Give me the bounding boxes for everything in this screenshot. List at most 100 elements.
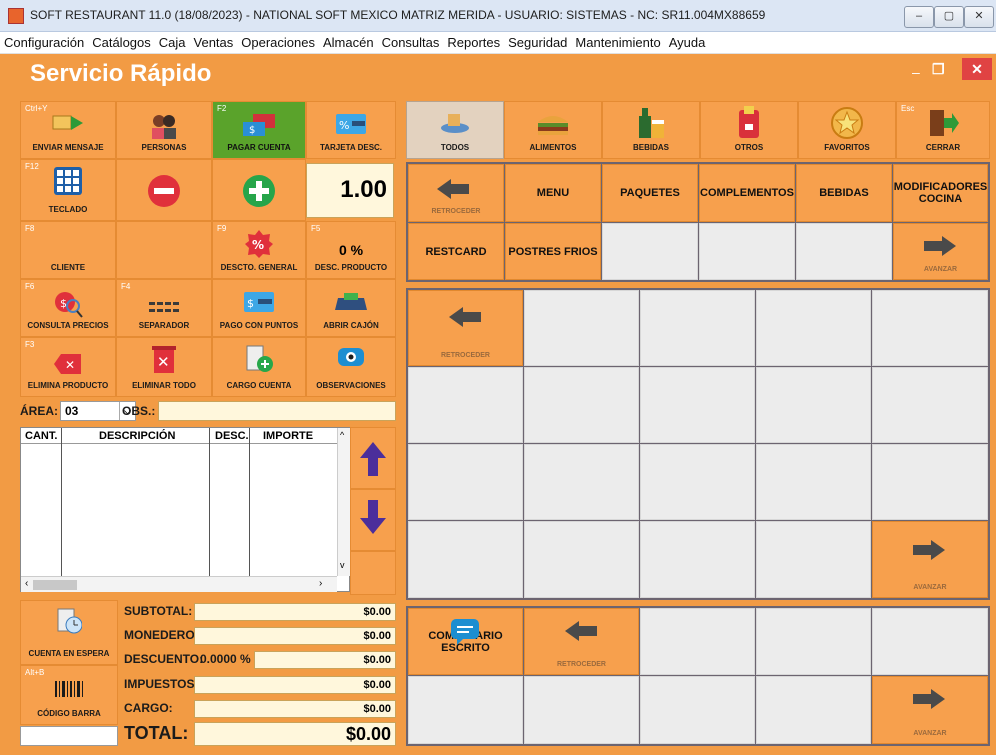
observaciones-button[interactable]: OBSERVACIONES [306, 337, 396, 397]
product-slot[interactable] [640, 367, 755, 443]
decrease-quantity-button[interactable] [116, 159, 212, 221]
window-close-button[interactable]: ✕ [964, 6, 994, 28]
comment-slot[interactable] [640, 676, 755, 744]
menu-configuracion[interactable]: Configuración [0, 32, 88, 50]
category-paquetes[interactable]: PAQUETES [602, 164, 698, 222]
desc-producto-button[interactable]: F5 0 % DESC. PRODUCTO [306, 221, 396, 279]
category-restcard[interactable]: RESTCARD [408, 223, 504, 280]
category-avanzar-button[interactable]: AVANZAR [893, 223, 988, 280]
cuenta-espera-button[interactable]: CUENTA EN ESPERA [20, 600, 118, 665]
order-table[interactable]: CANT. DESCRIPCIÓN DESC. IMPORTE ^ v ‹ › [20, 427, 350, 592]
pago-puntos-button[interactable]: $ PAGO CON PUNTOS [212, 279, 306, 337]
filter-otros[interactable]: OTROS [700, 101, 798, 159]
category-complementos[interactable]: COMPLEMENTOS [699, 164, 795, 222]
menu-operaciones[interactable]: Operaciones [237, 32, 319, 50]
product-avanzar-button[interactable]: AVANZAR [872, 521, 988, 598]
product-slot[interactable] [756, 444, 871, 520]
category-modificadores-cocina[interactable]: MODIFICADORES COCINA [893, 164, 988, 222]
menu-ventas[interactable]: Ventas [190, 32, 238, 50]
col-descripcion[interactable]: DESCRIPCIÓN [99, 430, 175, 442]
quantity-display[interactable]: 1.00 [306, 163, 394, 218]
cliente-button[interactable]: F8 CLIENTE [20, 221, 116, 279]
horizontal-scrollbar[interactable]: ‹ › [21, 576, 337, 592]
app-close-button[interactable]: ✕ [962, 58, 992, 80]
increase-quantity-button[interactable] [212, 159, 306, 221]
comentario-escrito-button[interactable]: COMENTARIO ESCRITO [408, 608, 523, 675]
product-slot[interactable] [872, 444, 988, 520]
comments-retroceder-button[interactable]: RETROCEDER [524, 608, 639, 675]
move-down-button[interactable] [350, 489, 396, 551]
window-minimize-button[interactable]: – [904, 6, 934, 28]
menu-consultas[interactable]: Consultas [378, 32, 444, 50]
app-restore-button[interactable]: ❐ [932, 61, 945, 78]
consulta-precios-button[interactable]: F6 $ CONSULTA PRECIOS [20, 279, 116, 337]
menu-ayuda[interactable]: Ayuda [665, 32, 710, 50]
product-slot[interactable] [872, 367, 988, 443]
category-menu[interactable]: MENU [505, 164, 601, 222]
product-slot[interactable] [524, 444, 639, 520]
scroll-right-icon[interactable]: › [319, 578, 322, 589]
app-minimize-button[interactable]: – [912, 64, 920, 80]
menu-reportes[interactable]: Reportes [443, 32, 504, 50]
scroll-up-icon[interactable]: ^ [340, 430, 344, 440]
barcode-input[interactable] [20, 726, 118, 746]
teclado-button[interactable]: F12 TECLADO [20, 159, 116, 221]
product-slot[interactable] [524, 521, 639, 598]
codigo-barra-button[interactable]: Alt+B CÓDIGO BARRA [20, 665, 118, 725]
menu-almacen[interactable]: Almacén [319, 32, 378, 50]
tarjeta-desc-button[interactable]: % TARJETA DESC. [306, 101, 396, 159]
product-slot[interactable] [524, 367, 639, 443]
pagar-cuenta-button[interactable]: F2 $ PAGAR CUENTA [212, 101, 306, 159]
elimina-producto-button[interactable]: F3 ✕ ELIMINA PRODUCTO [20, 337, 116, 397]
filter-alimentos[interactable]: ALIMENTOS [504, 101, 602, 159]
menu-mantenimiento[interactable]: Mantenimiento [571, 32, 664, 50]
window-maximize-button[interactable]: ▢ [934, 6, 964, 28]
descto-general-button[interactable]: F9 % DESCTO. GENERAL [212, 221, 306, 279]
abrir-cajon-button[interactable]: ABRIR CAJÓN [306, 279, 396, 337]
product-retroceder-button[interactable]: RETROCEDER [408, 290, 523, 366]
cerrar-button[interactable]: Esc CERRAR [896, 101, 990, 159]
separador-button[interactable]: F4 SEPARADOR [116, 279, 212, 337]
col-desc[interactable]: DESC. [215, 430, 249, 442]
filter-todos[interactable]: TODOS [406, 101, 504, 159]
area-label: ÁREA: [20, 404, 58, 418]
category-bebidas[interactable]: BEBIDAS [796, 164, 892, 222]
category-postres-frios[interactable]: POSTRES FRIOS [505, 223, 601, 280]
product-slot[interactable] [408, 521, 523, 598]
personas-button[interactable]: PERSONAS [116, 101, 212, 159]
vertical-scrollbar[interactable]: ^ v [337, 428, 350, 576]
comment-slot[interactable] [756, 608, 871, 675]
comment-slot[interactable] [756, 676, 871, 744]
scroll-left-icon[interactable]: ‹ [25, 578, 28, 589]
filter-favoritos[interactable]: FAVORITOS [798, 101, 896, 159]
cargo-cuenta-button[interactable]: CARGO CUENTA [212, 337, 306, 397]
product-slot[interactable] [408, 367, 523, 443]
menu-seguridad[interactable]: Seguridad [504, 32, 571, 50]
product-slot[interactable] [640, 521, 755, 598]
eliminar-todo-button[interactable]: ✕ ELIMINAR TODO [116, 337, 212, 397]
category-retroceder-button[interactable]: RETROCEDER [408, 164, 504, 222]
enviar-mensaje-button[interactable]: Ctrl+Y ENVIAR MENSAJE [20, 101, 116, 159]
col-cant[interactable]: CANT. [25, 430, 57, 442]
scroll-down-icon[interactable]: v [340, 560, 345, 570]
scroll-thumb[interactable] [33, 580, 77, 590]
comment-slot[interactable] [640, 608, 755, 675]
product-slot[interactable] [640, 444, 755, 520]
product-slot[interactable] [872, 290, 988, 366]
filter-bebidas[interactable]: BEBIDAS [602, 101, 700, 159]
col-importe[interactable]: IMPORTE [263, 430, 313, 442]
product-slot[interactable] [408, 444, 523, 520]
comments-avanzar-button[interactable]: AVANZAR [872, 676, 988, 744]
product-slot[interactable] [756, 367, 871, 443]
move-up-button[interactable] [350, 427, 396, 489]
obs-input[interactable] [158, 401, 396, 421]
menu-catalogos[interactable]: Catálogos [88, 32, 155, 50]
product-slot[interactable] [524, 290, 639, 366]
menu-caja[interactable]: Caja [155, 32, 190, 50]
product-slot[interactable] [756, 290, 871, 366]
comment-slot[interactable] [408, 676, 523, 744]
product-slot[interactable] [756, 521, 871, 598]
product-slot[interactable] [640, 290, 755, 366]
comment-slot[interactable] [524, 676, 639, 744]
comment-slot[interactable] [872, 608, 988, 675]
